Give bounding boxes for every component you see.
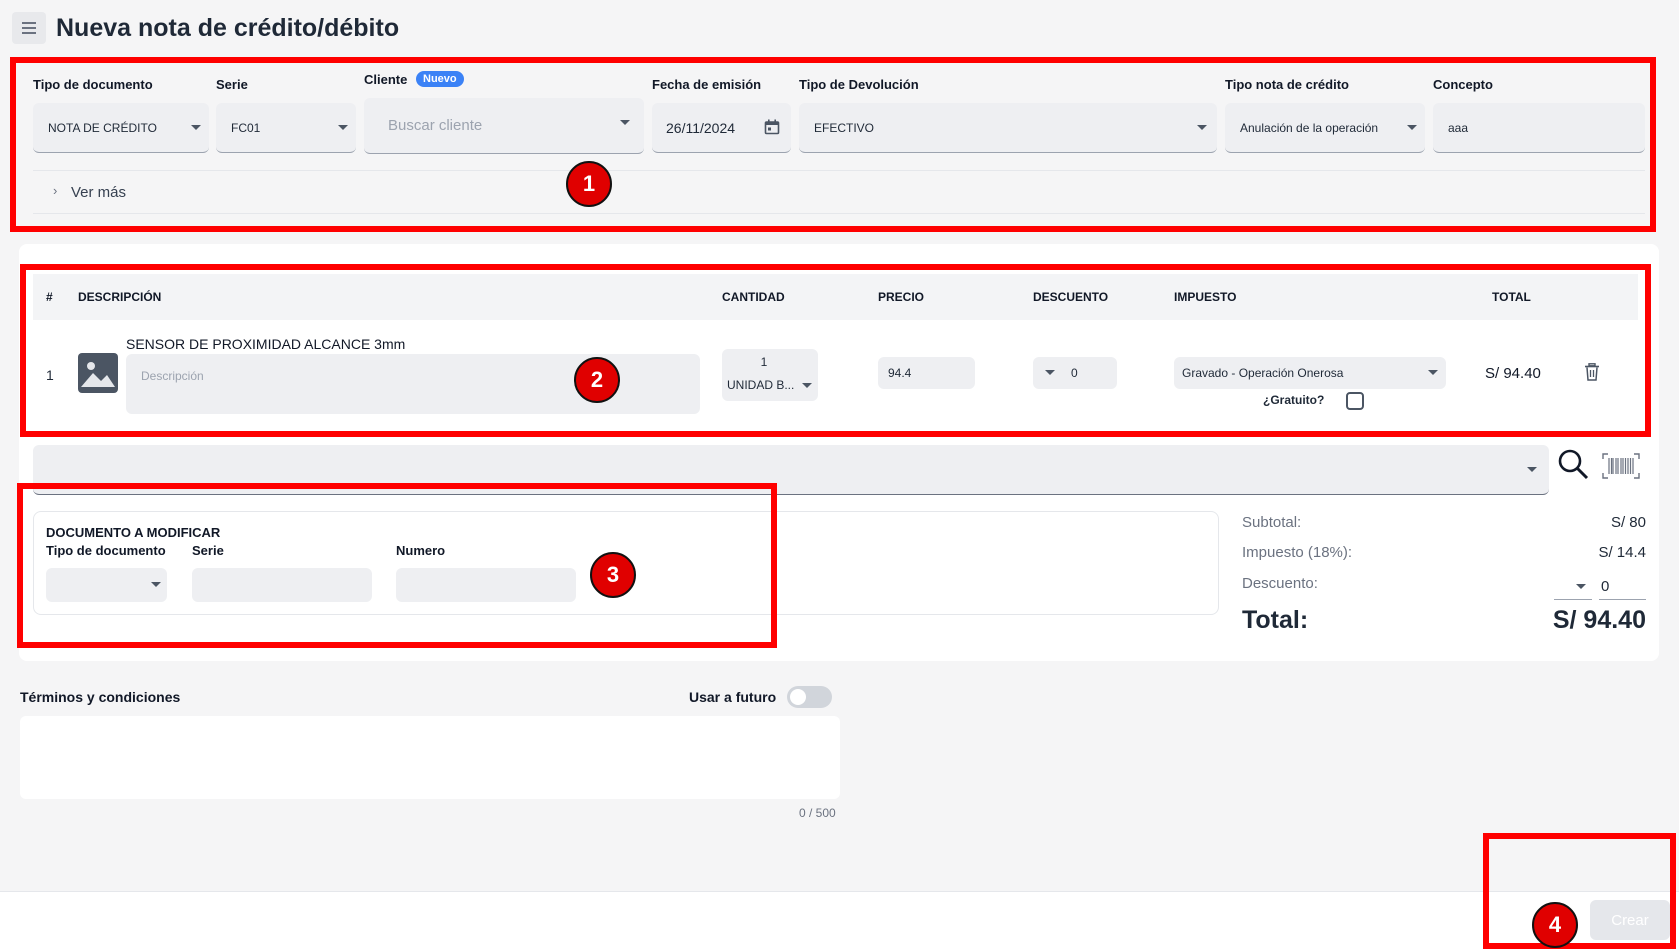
toggle-knob [790, 689, 806, 705]
descuento-type-select[interactable] [1554, 574, 1592, 600]
total-label: Total: [1242, 606, 1309, 634]
impuesto-label: Impuesto (18%): [1242, 544, 1353, 561]
barcode-icon[interactable] [1602, 453, 1640, 479]
menu-button[interactable] [12, 12, 46, 44]
annotation-marker-4: 4 [1532, 902, 1578, 948]
annotation-box-1 [10, 57, 1656, 232]
chevron-down-icon [1576, 584, 1586, 589]
terms-counter: 0 / 500 [799, 806, 836, 820]
total-value: S/ 94.40 [1552, 606, 1646, 634]
usar-futuro-toggle[interactable] [787, 686, 832, 708]
annotation-box-4 [1483, 833, 1676, 949]
menu-icon [22, 22, 36, 24]
subtotal-label: Subtotal: [1242, 514, 1302, 531]
search-icon[interactable] [1557, 448, 1589, 480]
terms-label: Términos y condiciones [20, 689, 181, 705]
totals-panel: Subtotal: S/ 80 Impuesto (18%): S/ 14.4 … [1242, 512, 1646, 642]
footer-bar: Crear [0, 891, 1679, 949]
chevron-down-icon [1527, 467, 1537, 472]
annotation-marker-2: 2 [574, 357, 620, 403]
annotation-box-3 [17, 483, 777, 648]
subtotal-value: S/ 80 [1610, 514, 1646, 531]
usar-futuro-label: Usar a futuro [689, 689, 777, 705]
annotation-box-2 [20, 264, 1651, 437]
descuento-label: Descuento: [1242, 575, 1318, 592]
descuento-input[interactable]: 0 [1599, 574, 1646, 600]
page-title: Nueva nota de crédito/débito [56, 14, 400, 42]
terms-textarea[interactable] [20, 716, 840, 799]
impuesto-value: S/ 14.4 [1598, 544, 1646, 561]
annotation-marker-3: 3 [590, 552, 636, 598]
annotation-marker-1: 1 [566, 161, 612, 207]
